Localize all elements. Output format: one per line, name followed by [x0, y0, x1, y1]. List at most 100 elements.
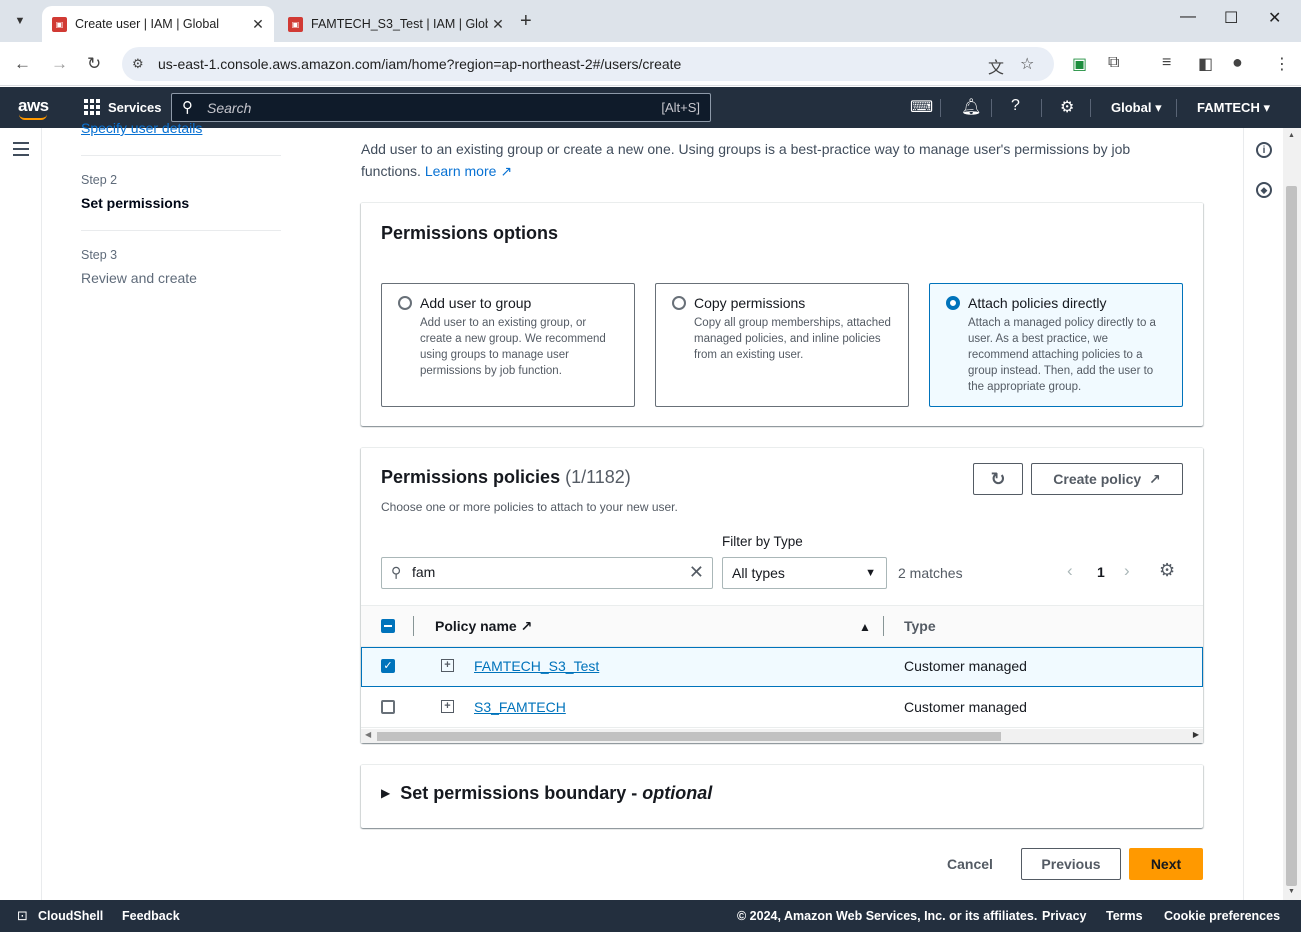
row-checkbox-checked[interactable]: ✓ [381, 659, 395, 673]
learn-more-link[interactable]: Learn more ↗ [425, 163, 512, 179]
aws-search-input[interactable]: ⚲ Search [Alt+S] [171, 93, 711, 122]
cancel-button[interactable]: Cancel [947, 856, 993, 872]
refresh-button[interactable]: ↻ [973, 463, 1023, 495]
policy-search-field[interactable] [412, 564, 672, 580]
help-icon[interactable]: ? [1011, 97, 1020, 115]
permissions-boundary-toggle[interactable]: ▶ Set permissions boundary - optional [381, 783, 712, 804]
previous-page-icon[interactable]: ‹ [1067, 561, 1073, 581]
cookie-preferences-link[interactable]: Cookie preferences [1164, 909, 1280, 923]
copyright-text: © 2024, Amazon Web Services, Inc. or its… [737, 909, 1038, 923]
option-title: Attach policies directly [968, 295, 1107, 311]
page-scrollbar[interactable]: ▲ ▼ [1283, 128, 1301, 900]
settings-gear-icon[interactable]: ⚙ [1060, 97, 1074, 117]
permissions-boundary-panel[interactable]: ▶ Set permissions boundary - optional [361, 764, 1203, 828]
translate-icon[interactable]: 文 [988, 54, 1004, 78]
reload-icon[interactable]: ↻ [87, 54, 101, 74]
select-all-checkbox[interactable] [381, 619, 395, 633]
option-attach-policies-directly[interactable]: Attach policies directly Attach a manage… [929, 283, 1183, 407]
radio-button[interactable] [672, 296, 686, 310]
browser-toolbar: ← → ↻ ⚙ us-east-1.console.aws.amazon.com… [0, 42, 1301, 86]
next-page-icon[interactable]: › [1124, 561, 1130, 581]
radio-button[interactable] [398, 296, 412, 310]
media-control-icon[interactable]: ≡ [1162, 54, 1171, 72]
step-1-link[interactable]: Specify user details [81, 120, 202, 136]
previous-button[interactable]: Previous [1021, 848, 1121, 880]
hamburger-menu-icon[interactable] [13, 142, 29, 160]
policy-search-input[interactable]: ⚲ ✕ [381, 557, 713, 589]
table-row[interactable]: + S3_FAMTECH Customer managed [361, 688, 1203, 728]
policy-name-link[interactable]: S3_FAMTECH [474, 699, 566, 715]
forward-icon[interactable]: → [51, 54, 68, 74]
column-divider[interactable] [883, 616, 884, 636]
tab-search-button[interactable]: ▼ [8, 9, 32, 33]
feedback-link[interactable]: Feedback [122, 909, 180, 923]
expand-row-icon[interactable]: + [441, 700, 454, 713]
cloudshell-icon[interactable]: ⊡ [17, 908, 28, 924]
option-add-user-to-group[interactable]: Add user to group Add user to an existin… [381, 283, 635, 407]
scroll-thumb[interactable] [377, 732, 1001, 741]
side-panel-icon[interactable]: ◧ [1198, 54, 1213, 74]
option-copy-permissions[interactable]: Copy permissions Copy all group membersh… [655, 283, 909, 407]
tutorial-icon[interactable]: ◆ [1256, 182, 1272, 198]
row-checkbox[interactable] [381, 700, 395, 714]
info-icon[interactable]: i [1256, 142, 1272, 158]
minimize-icon[interactable]: — [1180, 8, 1196, 26]
back-icon[interactable]: ← [14, 54, 31, 74]
aws-logo[interactable]: aws [18, 96, 49, 120]
policy-name-link[interactable]: FAMTECH_S3_Test [474, 658, 599, 674]
profile-avatar-icon[interactable]: ● [1232, 52, 1243, 73]
close-tab-icon[interactable]: ✕ [248, 16, 268, 33]
browser-menu-icon[interactable]: ⋮ [1274, 54, 1290, 74]
maximize-icon[interactable]: ☐ [1224, 8, 1238, 28]
cloudshell-icon[interactable]: ⌨ [910, 97, 933, 117]
filter-type-select[interactable]: All types ▼ [722, 557, 887, 589]
policy-type: Customer managed [904, 699, 1027, 715]
notifications-bell-icon[interactable]: 🔔︎ [961, 97, 981, 117]
radio-button-selected[interactable] [946, 296, 960, 310]
close-tab-icon[interactable]: ✕ [488, 16, 508, 33]
horizontal-scrollbar[interactable]: ◀ ▶ [361, 729, 1203, 743]
search-placeholder: Search [207, 100, 252, 116]
table-row[interactable]: ✓ + FAMTECH_S3_Test Customer managed [361, 647, 1203, 687]
site-info-icon[interactable]: ⚙ [132, 56, 144, 72]
services-menu-button[interactable]: Services [84, 99, 162, 115]
caret-right-icon: ▶ [381, 786, 391, 800]
aws-iam-icon: ▣ [288, 16, 303, 32]
bookmark-star-icon[interactable]: ☆ [1020, 54, 1034, 74]
column-type[interactable]: Type [904, 618, 936, 634]
side-nav-rail [0, 128, 42, 900]
sort-ascending-icon[interactable]: ▲ [859, 620, 871, 634]
expand-row-icon[interactable]: + [441, 659, 454, 672]
next-label: Next [1150, 856, 1182, 872]
column-policy-name[interactable]: Policy name ↗ [435, 618, 532, 635]
region-selector[interactable]: Global ▾ [1111, 100, 1162, 116]
page-number[interactable]: 1 [1097, 564, 1105, 580]
tab-create-user[interactable]: ▣ Create user | IAM | Global ✕ [42, 6, 274, 42]
scroll-thumb[interactable] [1286, 186, 1297, 886]
clear-search-icon[interactable]: ✕ [689, 562, 704, 583]
next-button[interactable]: Next [1129, 848, 1203, 880]
privacy-link[interactable]: Privacy [1042, 909, 1086, 923]
scroll-left-icon[interactable]: ◀ [365, 730, 371, 739]
account-menu[interactable]: FAMTECH ▾ [1197, 100, 1270, 116]
grid-icon [84, 99, 100, 115]
address-bar[interactable]: ⚙ us-east-1.console.aws.amazon.com/iam/h… [122, 47, 1054, 81]
cloudshell-link[interactable]: CloudShell [38, 909, 103, 923]
step-3-title[interactable]: Review and create [81, 270, 197, 286]
table-preferences-gear-icon[interactable]: ⚙ [1159, 560, 1175, 581]
filter-type-value: All types [732, 565, 785, 581]
create-policy-button[interactable]: Create policy ↗ [1031, 463, 1183, 495]
window-close-icon[interactable]: ✕ [1268, 8, 1281, 28]
new-tab-button[interactable]: + [520, 10, 532, 33]
scroll-down-icon[interactable]: ▼ [1288, 888, 1295, 895]
extension-icon[interactable]: ▣ [1072, 54, 1087, 74]
extensions-puzzle-icon[interactable]: ⧉ [1108, 54, 1119, 72]
scroll-right-icon[interactable]: ▶ [1193, 730, 1199, 739]
previous-label: Previous [1041, 856, 1101, 872]
terms-link[interactable]: Terms [1106, 909, 1143, 923]
scroll-up-icon[interactable]: ▲ [1288, 132, 1295, 139]
tab-famtech-policy[interactable]: ▣ FAMTECH_S3_Test | IAM | Global ✕ [278, 6, 514, 42]
external-link-icon: ↗ [500, 163, 513, 179]
policies-count: (1/1182) [565, 467, 631, 487]
divider [1041, 99, 1042, 117]
